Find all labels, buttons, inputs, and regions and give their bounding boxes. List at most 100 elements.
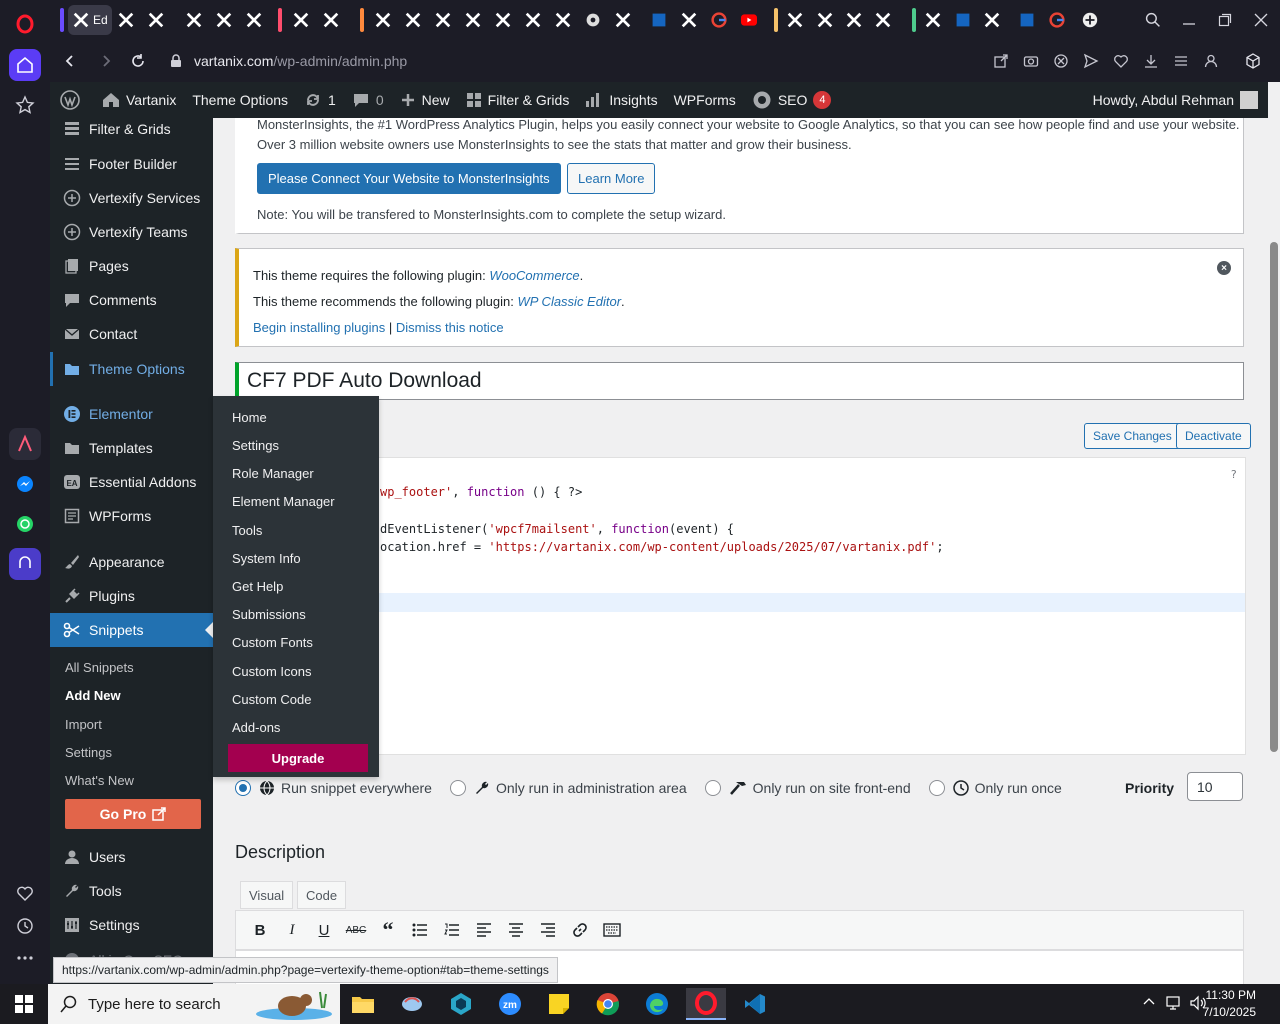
file-explorer-icon[interactable] xyxy=(343,988,383,1020)
tab-vscode-icon[interactable] xyxy=(952,9,974,31)
taskbar-search[interactable]: Type here to search xyxy=(48,984,340,1024)
flyout-submissions[interactable]: Submissions xyxy=(232,607,306,622)
tab-x-icon[interactable] xyxy=(372,9,394,31)
tab-x-icon[interactable] xyxy=(678,9,700,31)
classic-editor-link[interactable]: WP Classic Editor xyxy=(517,294,621,309)
tab-x-icon[interactable] xyxy=(492,9,514,31)
menu-elementor[interactable]: Elementor xyxy=(50,397,213,431)
upgrade-button[interactable]: Upgrade xyxy=(228,744,368,772)
tab-google-icon[interactable] xyxy=(708,9,730,31)
send-icon[interactable] xyxy=(1080,50,1102,72)
dismiss-notice-link[interactable]: Dismiss this notice xyxy=(396,320,504,335)
new-content-link[interactable]: New xyxy=(392,82,458,118)
tab-x-icon[interactable] xyxy=(814,9,836,31)
submenu-whats-new[interactable]: What's New xyxy=(65,773,134,788)
submenu-import[interactable]: Import xyxy=(65,717,102,732)
search-tabs-icon[interactable] xyxy=(1140,8,1166,32)
tab-google-icon[interactable] xyxy=(1046,9,1068,31)
extensions-cube-icon[interactable] xyxy=(1242,50,1264,72)
flyout-settings[interactable]: Settings xyxy=(232,438,279,453)
tab-x-icon[interactable] xyxy=(290,9,312,31)
edge-icon[interactable] xyxy=(637,988,677,1020)
download-icon[interactable] xyxy=(1140,50,1162,72)
scope-front-end-option[interactable]: Only run on site front-end xyxy=(704,780,911,796)
align-right-icon[interactable] xyxy=(532,915,564,945)
menu-pages[interactable]: Pages xyxy=(50,249,213,283)
tab-x-icon[interactable] xyxy=(843,9,865,31)
chrome-icon[interactable] xyxy=(588,988,628,1020)
tab-youtube-icon[interactable] xyxy=(738,9,760,31)
flyout-custom-code[interactable]: Custom Code xyxy=(232,692,311,707)
menu-contact[interactable]: Contact xyxy=(50,317,213,351)
windows-start-icon[interactable] xyxy=(0,984,48,1024)
my-account-link[interactable]: Howdy, Abdul Rehman xyxy=(1085,82,1268,118)
menu-essential-addons[interactable]: EA Essential Addons xyxy=(50,465,213,499)
flyout-custom-icons[interactable]: Custom Icons xyxy=(232,664,311,679)
easy-setup-icon[interactable] xyxy=(1170,50,1192,72)
insights-link[interactable]: Insights xyxy=(577,82,665,118)
sticky-notes-icon[interactable] xyxy=(539,988,579,1020)
radio-unchecked[interactable] xyxy=(704,780,721,796)
align-center-icon[interactable] xyxy=(500,915,532,945)
opera-logo-icon[interactable] xyxy=(9,8,41,40)
scope-once-option[interactable]: Only run once xyxy=(928,780,1062,796)
tab-x-icon[interactable] xyxy=(213,9,235,31)
submenu-add-new[interactable]: Add New xyxy=(65,688,121,703)
vscode-icon[interactable] xyxy=(735,988,775,1020)
menu-footer-builder[interactable]: Footer Builder xyxy=(50,147,213,181)
menu-tools[interactable]: Tools xyxy=(50,874,213,908)
italic-icon[interactable]: I xyxy=(276,915,308,945)
snippet-title-input[interactable]: CF7 PDF Auto Download xyxy=(235,362,1244,400)
site-name-link[interactable]: Vartanix xyxy=(94,82,184,118)
menu-templates[interactable]: Templates xyxy=(50,431,213,465)
underline-icon[interactable]: U xyxy=(308,915,340,945)
toolbar-toggle-icon[interactable] xyxy=(596,915,628,945)
share-icon[interactable] xyxy=(990,50,1012,72)
adblock-icon[interactable] xyxy=(1050,50,1072,72)
woocommerce-link[interactable]: WooCommerce xyxy=(489,268,579,283)
system-clock[interactable]: 11:30 PM 7/10/2025 xyxy=(1203,987,1256,1021)
tab-x-icon[interactable] xyxy=(552,9,574,31)
maximize-icon[interactable] xyxy=(1212,8,1238,32)
menu-snippets[interactable]: Snippets xyxy=(50,613,213,647)
flyout-element-manager[interactable]: Element Manager xyxy=(232,494,335,509)
editor-help-icon[interactable]: ? xyxy=(1230,468,1237,481)
flyout-system-info[interactable]: System Info xyxy=(232,551,301,566)
whatsapp-icon[interactable] xyxy=(9,508,41,540)
tab-x-icon[interactable] xyxy=(145,9,167,31)
favorite-heart-icon[interactable] xyxy=(1110,50,1132,72)
flyout-add-ons[interactable]: Add-ons xyxy=(232,720,280,735)
menu-wpforms[interactable]: WPForms xyxy=(50,499,213,533)
submenu-all-snippets[interactable]: All Snippets xyxy=(65,660,134,675)
new-tab-plus-icon[interactable] xyxy=(1079,9,1101,31)
scope-admin-option[interactable]: Only run in administration area xyxy=(449,780,687,796)
menu-plugins[interactable]: Plugins xyxy=(50,579,213,613)
code-editor[interactable]: ? wp_footer', function () { ?> dEventLis… xyxy=(235,457,1246,755)
seo-link[interactable]: SEO 4 xyxy=(744,82,840,118)
flyout-home[interactable]: Home xyxy=(232,410,267,425)
theme-options-link[interactable]: Theme Options xyxy=(184,82,296,118)
scroll-thumb[interactable] xyxy=(1270,242,1278,752)
scope-everywhere-option[interactable]: Run snippet everywhere xyxy=(235,780,432,796)
flyout-role-manager[interactable]: Role Manager xyxy=(232,466,314,481)
flyout-custom-fonts[interactable]: Custom Fonts xyxy=(232,635,313,650)
strikethrough-icon[interactable]: ABC xyxy=(340,915,372,945)
tab-vscode-icon[interactable] xyxy=(648,9,670,31)
wp-logo-icon[interactable] xyxy=(50,82,94,118)
tab-vscode-icon[interactable] xyxy=(1016,9,1038,31)
submenu-settings[interactable]: Settings xyxy=(65,745,112,760)
tray-chevron-icon[interactable] xyxy=(1142,995,1156,1012)
tab-code[interactable]: Code xyxy=(297,881,347,909)
updates-link[interactable]: 1 xyxy=(296,82,344,118)
tab-x-icon[interactable] xyxy=(320,9,342,31)
opera-taskbar-icon[interactable] xyxy=(686,988,726,1020)
menu-vertexify-teams[interactable]: Vertexify Teams xyxy=(50,215,213,249)
tab-x-icon[interactable] xyxy=(784,9,806,31)
tab-x-icon[interactable] xyxy=(981,9,1003,31)
align-left-icon[interactable] xyxy=(468,915,500,945)
tab-x-icon[interactable] xyxy=(522,9,544,31)
menu-vertexify-services[interactable]: Vertexify Services xyxy=(50,181,213,215)
comments-link[interactable]: 0 xyxy=(344,82,392,118)
menu-filter-grids[interactable]: Filter & Grids xyxy=(50,118,213,146)
tab-x-icon[interactable] xyxy=(462,9,484,31)
